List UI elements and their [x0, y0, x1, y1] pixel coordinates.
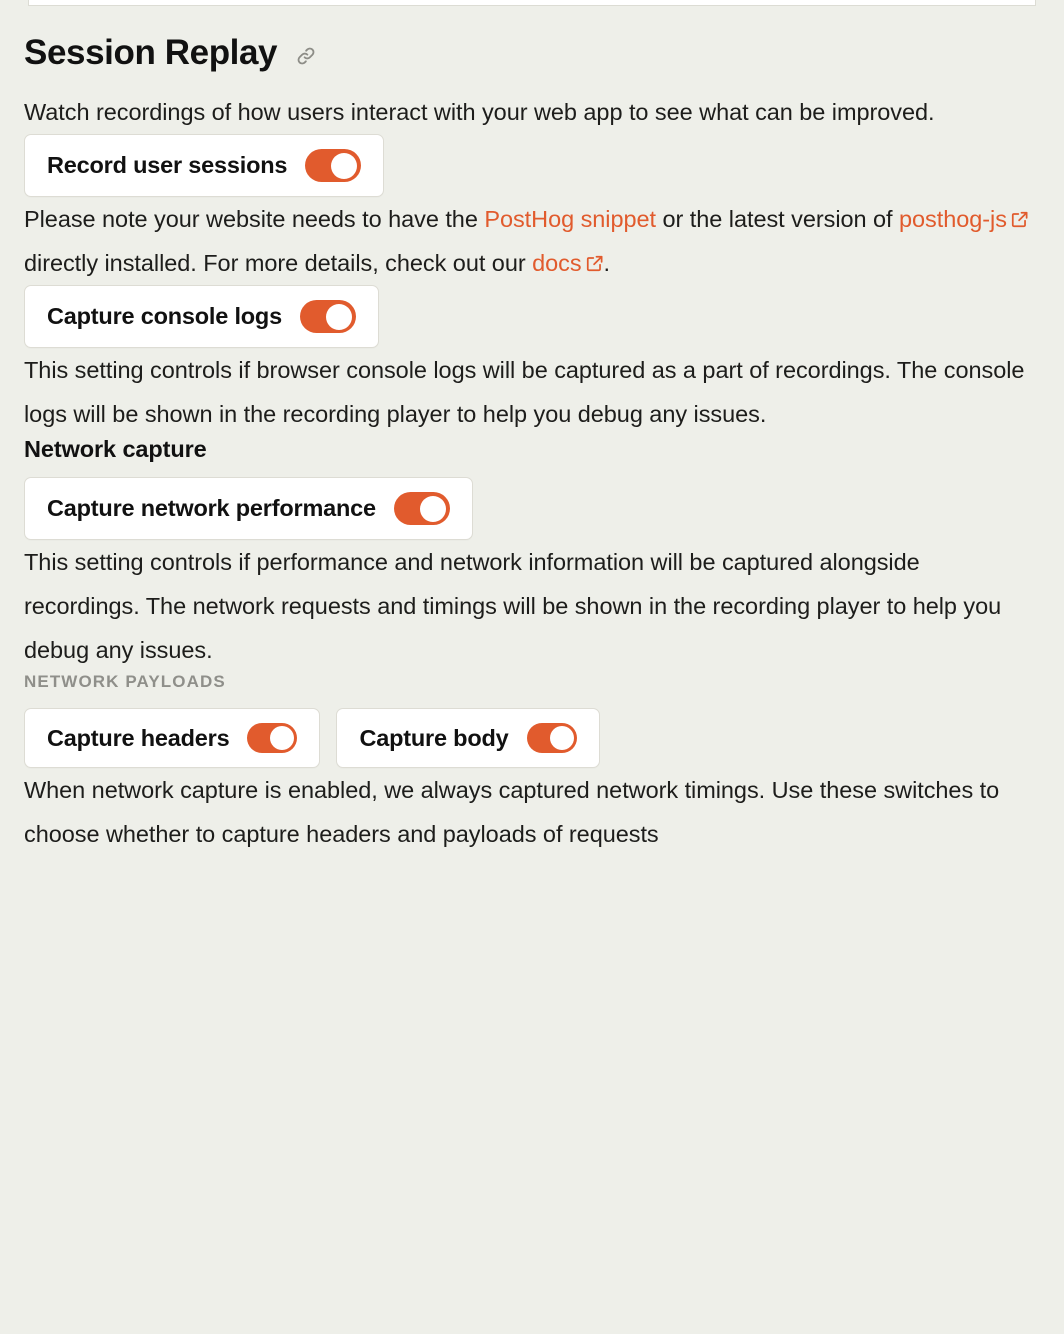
record-user-sessions-label: Record user sessions	[47, 152, 288, 178]
console-logs-description: This setting controls if browser console…	[24, 357, 1025, 427]
record-user-sessions-toggle-card[interactable]: Record user sessions	[24, 134, 385, 197]
capture-network-performance-switch[interactable]	[393, 492, 450, 525]
network-payloads-heading: NETWORK PAYLOADS	[24, 672, 226, 691]
posthog-js-link[interactable]: posthog-js	[899, 206, 1007, 232]
capture-console-logs-switch[interactable]	[299, 300, 356, 333]
session-replay-settings-page: Session Replay Watch recordings of how u…	[0, 0, 1064, 856]
network-payloads-row: Capture headers Capture body	[24, 708, 1040, 768]
posthog-snippet-link[interactable]: PostHog snippet	[484, 206, 656, 232]
snippet-note-paragraph: Please note your website needs to have t…	[24, 197, 1040, 285]
network-capture-heading: Network capture	[24, 436, 207, 462]
network-payloads-description: When network capture is enabled, we alwa…	[24, 777, 1000, 847]
capture-body-switch[interactable]	[526, 723, 577, 753]
capture-console-logs-label: Capture console logs	[47, 303, 282, 329]
snippet-note-text-4: .	[603, 250, 611, 276]
network-capture-description: This setting controls if performance and…	[24, 549, 1002, 663]
intro-paragraph: Watch recordings of how users interact w…	[24, 99, 935, 125]
capture-network-performance-label: Capture network performance	[47, 495, 376, 521]
capture-console-logs-toggle-card[interactable]: Capture console logs	[24, 285, 379, 348]
console-logs-row: Capture console logs	[24, 285, 1040, 348]
switch-knob	[331, 152, 358, 179]
link-icon[interactable]	[295, 45, 317, 67]
switch-knob	[325, 303, 352, 330]
switch-knob	[549, 726, 574, 750]
external-link-icon[interactable]	[1010, 210, 1029, 229]
external-link-icon[interactable]	[585, 254, 604, 273]
network-performance-row: Capture network performance	[24, 477, 1040, 540]
capture-body-label: Capture body	[359, 724, 509, 751]
snippet-note-text-1: Please note your website needs to have t…	[24, 206, 485, 232]
snippet-note-text-3: directly installed. For more details, ch…	[24, 250, 533, 276]
capture-network-performance-toggle-card[interactable]: Capture network performance	[24, 477, 473, 540]
capture-body-toggle-card[interactable]: Capture body	[336, 708, 600, 768]
page-title: Session Replay	[24, 32, 278, 72]
snippet-note-text-2: or the latest version of	[656, 206, 899, 232]
capture-headers-switch[interactable]	[247, 723, 298, 753]
record-sessions-row: Record user sessions	[24, 134, 1040, 197]
docs-link[interactable]: docs	[532, 250, 582, 276]
page-header: Session Replay	[24, 26, 1040, 80]
switch-knob	[419, 495, 446, 522]
capture-headers-toggle-card[interactable]: Capture headers	[24, 708, 321, 768]
switch-knob	[270, 726, 295, 750]
record-user-sessions-switch[interactable]	[305, 149, 362, 182]
capture-headers-label: Capture headers	[47, 724, 230, 751]
